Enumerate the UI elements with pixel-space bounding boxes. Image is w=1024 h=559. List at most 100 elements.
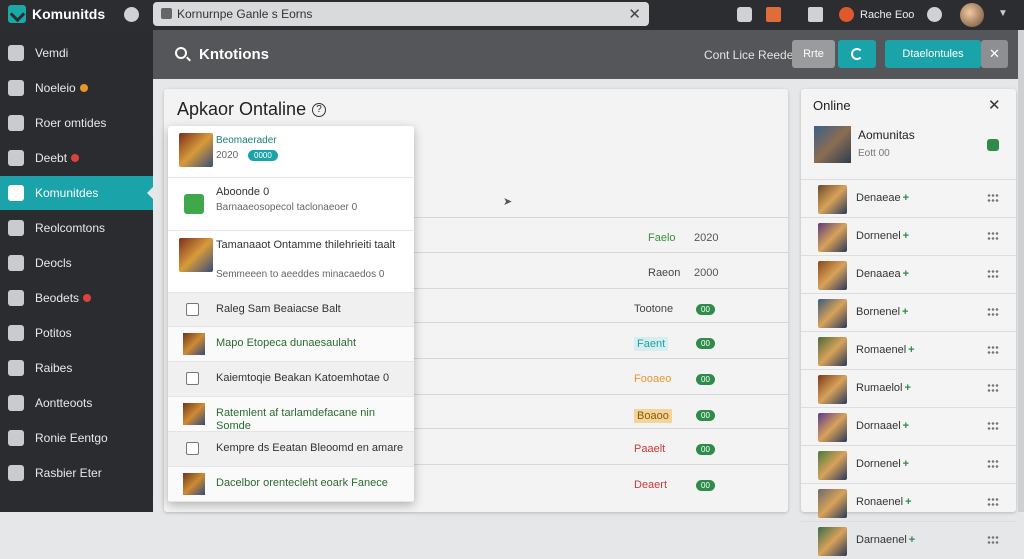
dropdown-item[interactable]: Tamanaaot Ontamme thilehrieiti taalt Semm…	[168, 231, 414, 293]
item-checkbox[interactable]	[186, 303, 199, 316]
dropdown-item[interactable]: Mapo Etopeca dunaesaulaht	[168, 327, 414, 362]
online-list-item[interactable]: Denaaea +	[801, 255, 1016, 293]
member-name: Dornenel +	[856, 230, 909, 242]
dropdown-item-title: Tamanaaot Ontamme thilehrieiti taalt	[216, 239, 396, 251]
primary-button[interactable]: Dtaelontules	[885, 40, 981, 68]
close-icon[interactable]: ✕	[988, 96, 1001, 114]
drag-handle-icon[interactable]	[987, 193, 999, 203]
avatar[interactable]	[960, 3, 984, 27]
sidebar-item-label: Raibes	[35, 361, 73, 375]
sidebar-item[interactable]: Potitos	[0, 316, 153, 350]
notification-icon[interactable]	[839, 7, 854, 22]
member-name-text: Bornenel	[856, 306, 901, 318]
sidebar-item[interactable]: Vemdi	[0, 36, 153, 70]
online-list-item[interactable]: Denaeae +	[801, 179, 1016, 217]
sidebar-item-label: Komunitdes	[35, 186, 99, 200]
add-icon[interactable]: +	[908, 344, 914, 356]
sidebar-item[interactable]: Roer omtides	[0, 106, 153, 140]
item-checkbox[interactable]	[186, 372, 199, 385]
help-icon[interactable]: ?	[312, 103, 327, 118]
add-icon[interactable]: +	[903, 268, 909, 280]
online-list-item[interactable]: Dornenel +	[801, 217, 1016, 255]
add-icon[interactable]: +	[903, 420, 909, 432]
drag-handle-icon[interactable]	[987, 497, 999, 507]
row-toggle[interactable]: 00	[696, 338, 715, 349]
camera-icon[interactable]	[737, 7, 752, 22]
drag-handle-icon[interactable]	[987, 459, 999, 469]
sidebar-item[interactable]: Ronie Eentgo	[0, 421, 153, 455]
online-list-item[interactable]: Bornenel +	[801, 293, 1016, 331]
small-button[interactable]: Rrte	[792, 40, 835, 68]
dropdown-item[interactable]: Raleg Sam Beaiacse Balt	[168, 293, 414, 327]
dropdown-item[interactable]: Dacelbor orentecleht eoark Fanece	[168, 467, 414, 502]
dropdown-item[interactable]: Aboonde 0 Barnaaeosopecol taclonaeoer 0	[168, 178, 414, 231]
row-toggle[interactable]: 00	[696, 374, 715, 385]
drag-handle-icon[interactable]	[987, 383, 999, 393]
add-icon[interactable]: +	[903, 230, 909, 242]
add-icon[interactable]: +	[902, 306, 908, 318]
online-list-item[interactable]: Darnaenel +	[801, 521, 1016, 559]
chevron-down-icon[interactable]: ▼	[998, 8, 1008, 19]
member-name: Denaaea +	[856, 268, 909, 280]
online-list-item[interactable]: Ronaenel +	[801, 483, 1016, 521]
dropdown-item[interactable]: Kempre ds Eeatan Bleoomd en amare	[168, 432, 414, 467]
add-icon[interactable]: +	[909, 534, 915, 546]
settings-icon[interactable]	[124, 7, 139, 22]
row-toggle[interactable]: 00	[696, 480, 715, 491]
dropdown-item[interactable]: Beomaerader 2020 0000	[168, 126, 414, 178]
member-avatar	[818, 527, 847, 556]
sidebar-item[interactable]: Reolcomtons	[0, 211, 153, 245]
calendar-icon[interactable]	[808, 7, 823, 22]
address-bar[interactable]: Kornurnpe Ganle s Eorns ✕	[153, 2, 649, 26]
item-checkbox[interactable]	[186, 442, 199, 455]
search-icon[interactable]	[175, 47, 187, 59]
online-list-item[interactable]: Dornenel +	[801, 445, 1016, 483]
drag-handle-icon[interactable]	[987, 269, 999, 279]
sidebar-item[interactable]: Aontteoots	[0, 386, 153, 420]
drag-handle-icon[interactable]	[987, 345, 999, 355]
dropdown-item-title: Aboonde 0	[216, 186, 270, 198]
sidebar-item[interactable]: Noeleio	[0, 71, 153, 105]
dropdown-item-sub: 2020	[216, 150, 239, 161]
close-icon[interactable]: ✕	[628, 5, 641, 23]
featured-name: Aomunitas	[858, 128, 915, 142]
featured-item[interactable]: Aomunitas Eott 00	[801, 120, 1016, 179]
dropdown-item[interactable]: Kaiemtoqie Beakan Katoemhotae 0	[168, 362, 414, 397]
row-toggle[interactable]: 00	[696, 304, 715, 315]
brand[interactable]: Komunitds	[8, 5, 105, 23]
sidebar-item-label: Beodets	[35, 291, 80, 305]
add-icon[interactable]: +	[903, 192, 909, 204]
sidebar-item[interactable]: Beodets	[0, 281, 153, 315]
sidebar-item-label: Vemdi	[35, 46, 69, 60]
drag-handle-icon[interactable]	[987, 421, 999, 431]
dropdown-item[interactable]: Ratemlent af tarlamdefacane nin Somde	[168, 397, 414, 432]
drag-handle-icon[interactable]	[987, 231, 999, 241]
refresh-button[interactable]	[838, 40, 876, 68]
sidebar-item[interactable]: Deebt	[0, 141, 153, 175]
close-button[interactable]: ✕	[981, 40, 1008, 68]
sidebar-item[interactable]: Deocls	[0, 246, 153, 280]
online-list-item[interactable]: Romaenel +	[801, 331, 1016, 369]
dropdown-item-title: Kempre ds Eeatan Bleoomd en amare	[216, 442, 404, 454]
row-toggle[interactable]: 00	[696, 444, 715, 455]
online-list-item[interactable]: Rumaelol +	[801, 369, 1016, 407]
brand-logo-icon	[8, 5, 26, 23]
row-toggle[interactable]: 00	[696, 410, 715, 421]
sidebar-item[interactable]: Komunitdes	[0, 176, 153, 210]
community-dropdown[interactable]: Beomaerader 2020 0000 Aboonde 0 Barnaaeosope…	[168, 126, 414, 502]
sidebar-item[interactable]: Rasbier Eter	[0, 456, 153, 490]
user-name[interactable]: Rache Eoo	[860, 9, 914, 27]
add-icon[interactable]: +	[905, 496, 911, 508]
member-name-text: Denaeae	[856, 192, 901, 204]
header-sub-label[interactable]: Cont Lice Reede	[704, 48, 793, 62]
add-icon[interactable]: +	[903, 458, 909, 470]
online-list-item[interactable]: Dornaael +	[801, 407, 1016, 445]
location-icon[interactable]	[927, 7, 942, 22]
scrollbar[interactable]	[1018, 30, 1024, 512]
drag-handle-icon[interactable]	[987, 535, 999, 545]
gift-icon[interactable]	[766, 7, 781, 22]
add-icon[interactable]: +	[904, 382, 910, 394]
sidebar-item[interactable]: Raibes	[0, 351, 153, 385]
drag-handle-icon[interactable]	[987, 307, 999, 317]
member-avatar	[818, 489, 847, 518]
